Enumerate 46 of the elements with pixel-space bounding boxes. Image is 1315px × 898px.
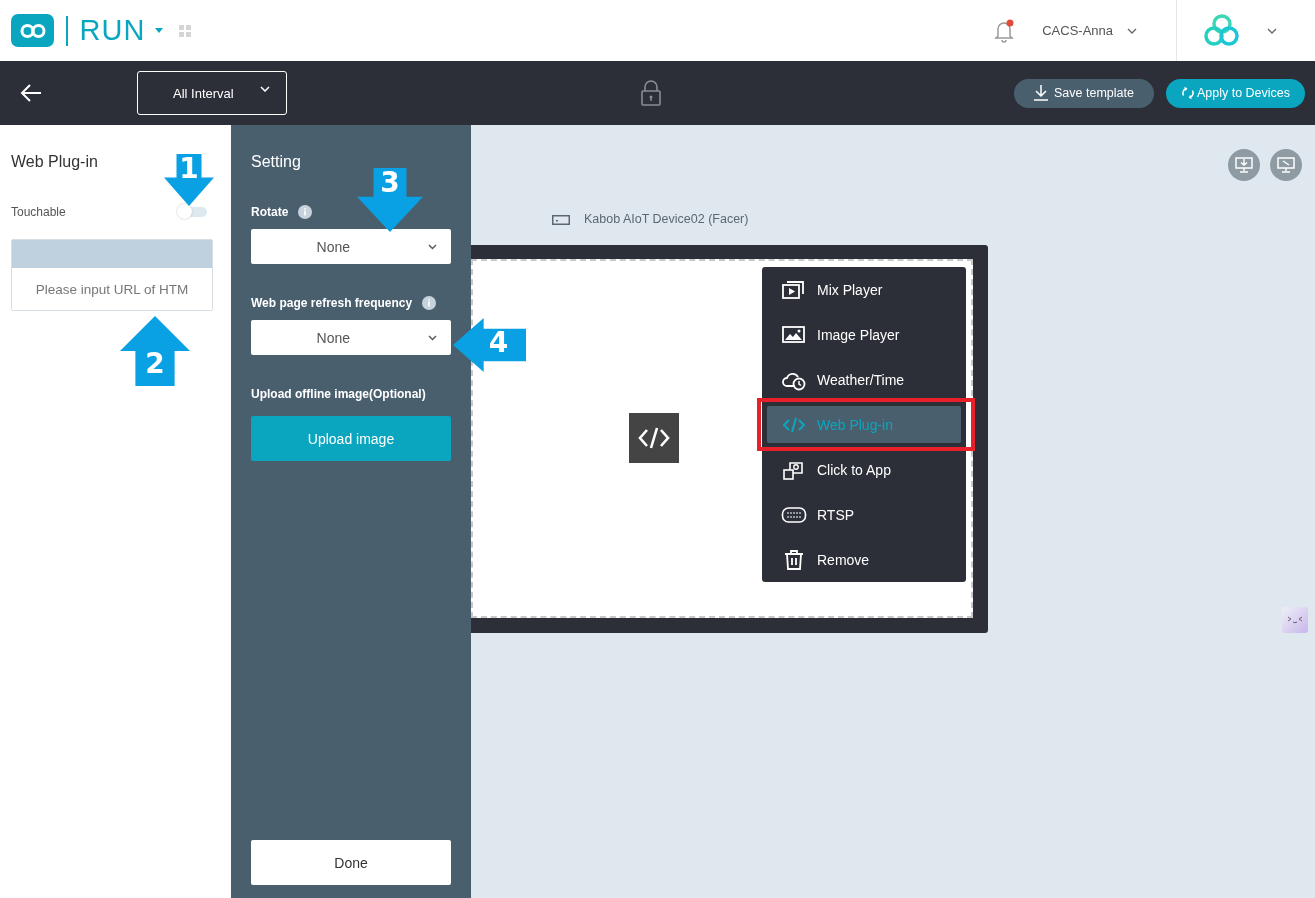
menu-item[interactable]: Image Player: [767, 316, 961, 353]
bell-icon[interactable]: [994, 18, 1017, 43]
chevron-down-icon: [428, 243, 437, 250]
info-icon[interactable]: [298, 205, 313, 219]
monitor-download-icon[interactable]: [1228, 149, 1260, 181]
menu-item[interactable]: Click to App: [767, 451, 961, 488]
touchable-label: Touchable: [11, 205, 66, 219]
app-name: RUN: [79, 14, 146, 47]
chevron-down-icon: [428, 334, 437, 341]
caret-icon[interactable]: [155, 28, 164, 33]
download-icon: [1034, 85, 1049, 101]
url-input-field[interactable]: Please input URL of HTM: [11, 239, 213, 311]
refresh-frequency-dropdown[interactable]: None: [251, 320, 451, 355]
back-arrow-icon[interactable]: [20, 83, 42, 103]
callout-arrow: 3: [357, 168, 423, 232]
settings-title: Setting: [251, 153, 302, 171]
app-logo-icon: [11, 14, 54, 47]
menu-item[interactable]: Remove: [767, 541, 961, 578]
panel-title: Web Plug-in: [11, 153, 98, 171]
menu-item[interactable]: Weather/Time: [767, 361, 961, 398]
lock-icon[interactable]: [640, 80, 661, 106]
interval-dropdown[interactable]: All Interval: [137, 71, 287, 115]
chevron-down-icon: [260, 86, 270, 92]
sync-icon: [1180, 86, 1195, 100]
chevron-down-icon[interactable]: [1267, 27, 1277, 34]
rings-logo-icon[interactable]: [1203, 13, 1241, 48]
device-name: Kabob AIoT Device02 (Facer): [584, 212, 749, 226]
rotate-dropdown[interactable]: None: [251, 229, 451, 264]
rotate-label: Rotate: [251, 205, 289, 219]
code-icon[interactable]: [629, 413, 679, 463]
screen-icon: [552, 215, 570, 225]
menu-item[interactable]: RTSP: [767, 496, 961, 533]
monitor-icon[interactable]: [1270, 149, 1302, 181]
done-button[interactable]: Done: [251, 840, 451, 885]
refresh-frequency-label: Web page refresh frequency: [251, 296, 413, 310]
chevron-down-icon[interactable]: [1127, 27, 1137, 34]
user-menu[interactable]: CACS-Anna: [1042, 23, 1113, 38]
save-template-button[interactable]: Save template: [1014, 78, 1154, 108]
callout-arrow: 2: [120, 316, 190, 386]
callout-arrow: 1: [164, 154, 214, 206]
menu-item[interactable]: Mix Player: [767, 271, 961, 308]
info-icon[interactable]: [422, 296, 437, 310]
callout-arrow: 4: [453, 318, 526, 372]
assistant-icon[interactable]: [1282, 607, 1308, 633]
upload-label: Upload offline image(Optional): [251, 387, 426, 401]
touchable-toggle[interactable]: [179, 207, 207, 217]
